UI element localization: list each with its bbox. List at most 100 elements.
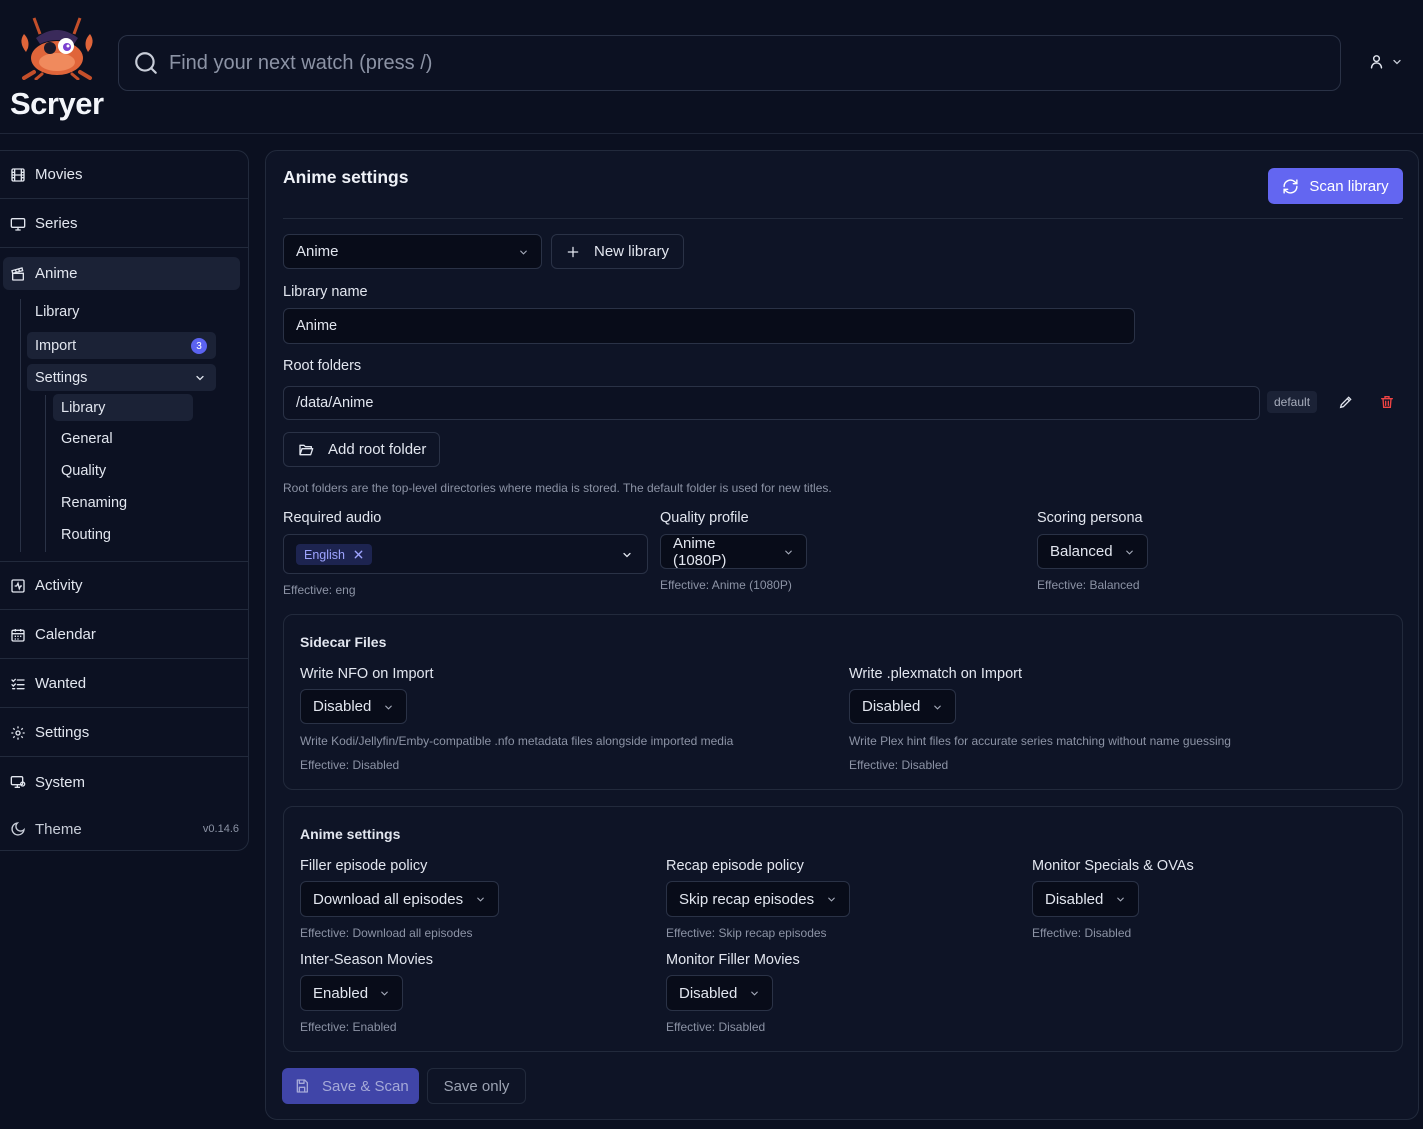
anime-settings-card: Anime settings Filler episode policy Dow…	[283, 806, 1403, 1052]
subnav-settings-renaming[interactable]: Renaming	[61, 495, 127, 511]
root-folders-hint: Root folders are the top-level directori…	[283, 481, 832, 495]
system-icon	[10, 776, 26, 788]
new-library-button[interactable]: New library	[551, 234, 684, 269]
subnav-guide-line	[20, 299, 21, 552]
sidebar-item-label: Wanted	[35, 675, 87, 692]
new-library-label: New library	[594, 243, 670, 260]
subnav-settings[interactable]: Settings	[27, 364, 216, 391]
language-chip-label: English	[304, 547, 345, 562]
subnav-settings-general[interactable]: General	[61, 431, 113, 447]
sidebar-item-movies[interactable]: Movies	[0, 151, 248, 199]
scan-library-button[interactable]: Scan library	[1268, 168, 1403, 204]
root-folder-path: /data/Anime	[296, 395, 374, 411]
filler-movies-label: Monitor Filler Movies	[666, 952, 800, 968]
filler-policy-select[interactable]: Download all episodes	[300, 881, 499, 917]
plexmatch-value: Disabled	[862, 698, 921, 715]
sidecar-files-card: Sidecar Files Write NFO on Import Disabl…	[283, 614, 1403, 790]
sidebar-item-label: Activity	[35, 577, 83, 594]
chevron-down-icon	[1126, 550, 1133, 555]
required-audio-label: Required audio	[283, 510, 382, 526]
scoring-persona-effective: Effective: Balanced	[1037, 578, 1140, 592]
refresh-icon	[1283, 178, 1298, 194]
subnav-settings-label: Settings	[35, 369, 88, 386]
gear-icon	[11, 725, 25, 740]
save-icon	[296, 1079, 308, 1093]
search-bar[interactable]	[118, 35, 1341, 91]
add-root-folder-label: Add root folder	[328, 441, 427, 458]
filler-policy-label: Filler episode policy	[300, 858, 428, 874]
save-only-button[interactable]: Save only	[427, 1068, 526, 1104]
add-root-folder-button[interactable]: Add root folder	[283, 432, 440, 467]
nfo-select[interactable]: Disabled	[300, 689, 407, 724]
crab-mascot-icon	[21, 17, 93, 80]
pencil-icon[interactable]	[1338, 394, 1354, 410]
filler-movies-select[interactable]: Disabled	[666, 975, 773, 1011]
subnav-settings-routing[interactable]: Routing	[61, 527, 111, 543]
sidebar-item-settings[interactable]: Settings	[0, 709, 248, 757]
sidebar-item-series[interactable]: Series	[0, 200, 248, 248]
sidebar-item-calendar[interactable]: Calendar	[0, 611, 248, 659]
search-input[interactable]	[169, 51, 1340, 75]
folder-open-icon	[299, 444, 314, 455]
user-menu[interactable]	[1368, 53, 1403, 70]
chevron-down-icon	[385, 705, 392, 710]
root-folders-label: Root folders	[283, 358, 362, 374]
plus-icon	[567, 246, 579, 257]
filler-policy-effective: Effective: Download all episodes	[300, 926, 473, 940]
subnav-settings-library[interactable]: Library	[53, 394, 193, 421]
quality-profile-label: Quality profile	[660, 510, 749, 526]
subnav-import[interactable]: Import 3	[27, 332, 216, 359]
library-name-value: Anime	[296, 318, 338, 334]
interseason-label: Inter-Season Movies	[300, 952, 433, 968]
save-and-scan-button[interactable]: Save & Scan	[282, 1068, 419, 1104]
library-select[interactable]: Anime	[283, 234, 542, 269]
sidebar-item-anime[interactable]: Anime	[3, 257, 240, 290]
language-chip[interactable]: English	[296, 544, 372, 565]
search-icon	[135, 52, 157, 74]
filler-policy-value: Download all episodes	[313, 890, 464, 908]
chevron-down-icon	[477, 897, 484, 902]
interseason-value: Enabled	[313, 984, 369, 1002]
subnav-library[interactable]: Library	[35, 304, 79, 320]
plexmatch-select[interactable]: Disabled	[849, 689, 956, 724]
trash-icon[interactable]	[1379, 394, 1395, 410]
plexmatch-label: Write .plexmatch on Import	[849, 666, 1022, 682]
quality-profile-effective: Effective: Anime (1080P)	[660, 578, 792, 592]
interseason-select[interactable]: Enabled	[300, 975, 403, 1011]
sidebar-item-activity[interactable]: Activity	[0, 562, 248, 610]
specials-label: Monitor Specials & OVAs	[1032, 858, 1194, 874]
moon-icon	[11, 822, 25, 836]
theme-toggle[interactable]: Theme v0.14.6	[0, 809, 248, 849]
sidebar-item-label: Movies	[35, 166, 83, 183]
nfo-value: Disabled	[313, 698, 372, 715]
plexmatch-hint: Write Plex hint files for accurate serie…	[849, 734, 1231, 748]
root-folder-row[interactable]: /data/Anime	[283, 386, 1260, 420]
app-version: v0.14.6	[202, 823, 239, 835]
close-icon[interactable]	[353, 549, 364, 560]
library-name-input[interactable]: Anime	[283, 308, 1135, 344]
quality-profile-select[interactable]: Anime (1080P)	[660, 534, 807, 569]
clapperboard-icon	[11, 266, 24, 281]
scoring-persona-label: Scoring persona	[1037, 510, 1143, 526]
user-icon	[1370, 55, 1383, 69]
monitor-icon	[10, 217, 26, 231]
filler-movies-value: Disabled	[679, 984, 738, 1002]
recap-policy-select[interactable]: Skip recap episodes	[666, 881, 850, 917]
chevron-down-icon	[751, 991, 758, 996]
subnav-settings-quality[interactable]: Quality	[61, 463, 106, 479]
settings-panel: Anime settings Scan library Anime New li…	[265, 150, 1419, 1120]
subnav-import-label: Import	[35, 337, 77, 354]
activity-icon	[11, 578, 25, 593]
import-count-badge: 3	[191, 338, 207, 354]
sidebar-item-label: Anime	[35, 265, 78, 282]
scoring-persona-select[interactable]: Balanced	[1037, 534, 1148, 569]
sidebar-item-wanted[interactable]: Wanted	[0, 660, 248, 708]
app-header: Scryer	[0, 0, 1423, 134]
sidebar-item-system[interactable]: System	[0, 758, 248, 806]
chevron-down-icon	[934, 705, 941, 710]
specials-effective: Effective: Disabled	[1032, 926, 1132, 940]
required-audio-select[interactable]: English	[283, 534, 648, 574]
specials-select[interactable]: Disabled	[1032, 881, 1139, 917]
chevron-down-icon	[623, 552, 631, 558]
nfo-hint: Write Kodi/Jellyfin/Emby-compatible .nfo…	[300, 734, 734, 748]
